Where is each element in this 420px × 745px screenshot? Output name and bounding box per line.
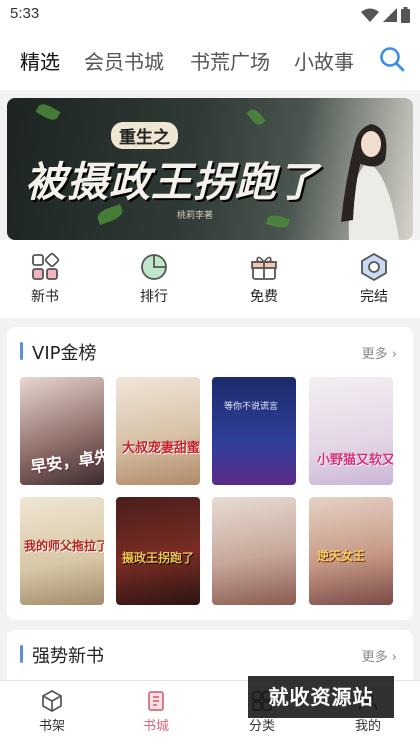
wifi-icon: [361, 8, 379, 22]
quick-new-books[interactable]: 新书: [15, 252, 75, 306]
tab-vip-store[interactable]: 会员书城: [84, 46, 164, 75]
book-cover[interactable]: [212, 497, 296, 605]
section-accent-bar: [20, 645, 23, 663]
leaf-decoration: [265, 213, 291, 230]
tab-featured[interactable]: 精选: [20, 46, 60, 75]
cover-title: 逆天女王: [317, 549, 366, 563]
banner-title: 被摄政王拐跑了: [25, 158, 319, 206]
banner-title-prefix: 重生之: [111, 122, 178, 149]
section-title: 强势新书: [32, 646, 104, 667]
cover-title: 我的师父拖拉了: [24, 539, 104, 553]
status-icons: [361, 7, 410, 23]
book-cover[interactable]: 摄政王拐跑了: [116, 497, 200, 605]
banner-illustration: [341, 124, 399, 240]
promo-banner[interactable]: 重生之 被摄政王拐跑了 桃莉李著: [7, 98, 413, 240]
tab-bookstore[interactable]: 书城: [126, 689, 186, 734]
quick-label: 免费: [250, 289, 278, 305]
vip-ranking-section: VIP金榜 更多 › 早安，卓先生 大叔宠妻甜蜜蜜 等你不说谎言 小野猫又软又娇…: [7, 327, 413, 620]
book-cover[interactable]: 逆天女王: [309, 497, 393, 605]
bookstore-icon: [148, 691, 164, 711]
tab-book-plaza[interactable]: 书荒广场: [190, 46, 270, 75]
quick-label: 排行: [140, 289, 168, 305]
book-cover[interactable]: 我的师父拖拉了: [20, 497, 104, 605]
cover-title: 小野猫又软又娇: [317, 453, 393, 468]
status-time: 5:33: [10, 5, 40, 22]
tab-short-stories[interactable]: 小故事: [294, 46, 354, 75]
tab-label: 书城: [142, 719, 169, 734]
banner-author: 桃莉李著: [177, 211, 214, 221]
book-cover[interactable]: 大叔宠妻甜蜜蜜: [116, 377, 200, 485]
book-cover[interactable]: 早安，卓先生: [20, 377, 104, 485]
section-accent-bar: [20, 342, 23, 360]
quick-finished[interactable]: 完结: [344, 252, 404, 306]
quick-entry-row: 新书 排行 免费 完结: [0, 240, 420, 318]
top-nav: 精选 会员书城 书荒广场 小故事: [0, 30, 420, 90]
cover-title: 等你不说谎言: [224, 402, 279, 412]
book-cover[interactable]: 等你不说谎言: [212, 377, 296, 485]
finished-icon: [361, 252, 387, 282]
section-title: VIP金榜: [32, 343, 97, 364]
tab-label: 书架: [38, 719, 65, 734]
cover-title: 摄政王拐跑了: [122, 551, 195, 565]
status-bar: 5:33: [0, 0, 420, 30]
cover-title: 早安，卓先生: [29, 444, 104, 477]
battery-icon: [401, 7, 410, 23]
cover-title: 大叔宠妻甜蜜蜜: [122, 441, 200, 456]
bookshelf-icon: [42, 690, 62, 712]
quick-label: 完结: [360, 289, 388, 305]
quick-ranking[interactable]: 排行: [124, 252, 184, 306]
watermark: 就收资源站: [248, 676, 394, 718]
new-books-icon: [32, 252, 60, 280]
leaf-decoration: [246, 106, 266, 128]
signal-icon: [383, 8, 397, 22]
search-icon[interactable]: [377, 44, 407, 74]
leaf-decoration: [35, 101, 61, 123]
quick-label: 新书: [31, 289, 59, 305]
quick-free[interactable]: 免费: [234, 252, 294, 306]
book-cover[interactable]: 小野猫又软又娇: [309, 377, 393, 485]
section-header: 强势新书 更多 ›: [7, 630, 413, 680]
more-link[interactable]: 更多 ›: [362, 343, 397, 362]
free-gift-icon: [251, 256, 277, 280]
ranking-icon: [141, 254, 167, 280]
tab-bookshelf[interactable]: 书架: [22, 689, 82, 734]
more-link[interactable]: 更多 ›: [362, 646, 397, 665]
section-header: VIP金榜 更多 ›: [7, 327, 413, 377]
